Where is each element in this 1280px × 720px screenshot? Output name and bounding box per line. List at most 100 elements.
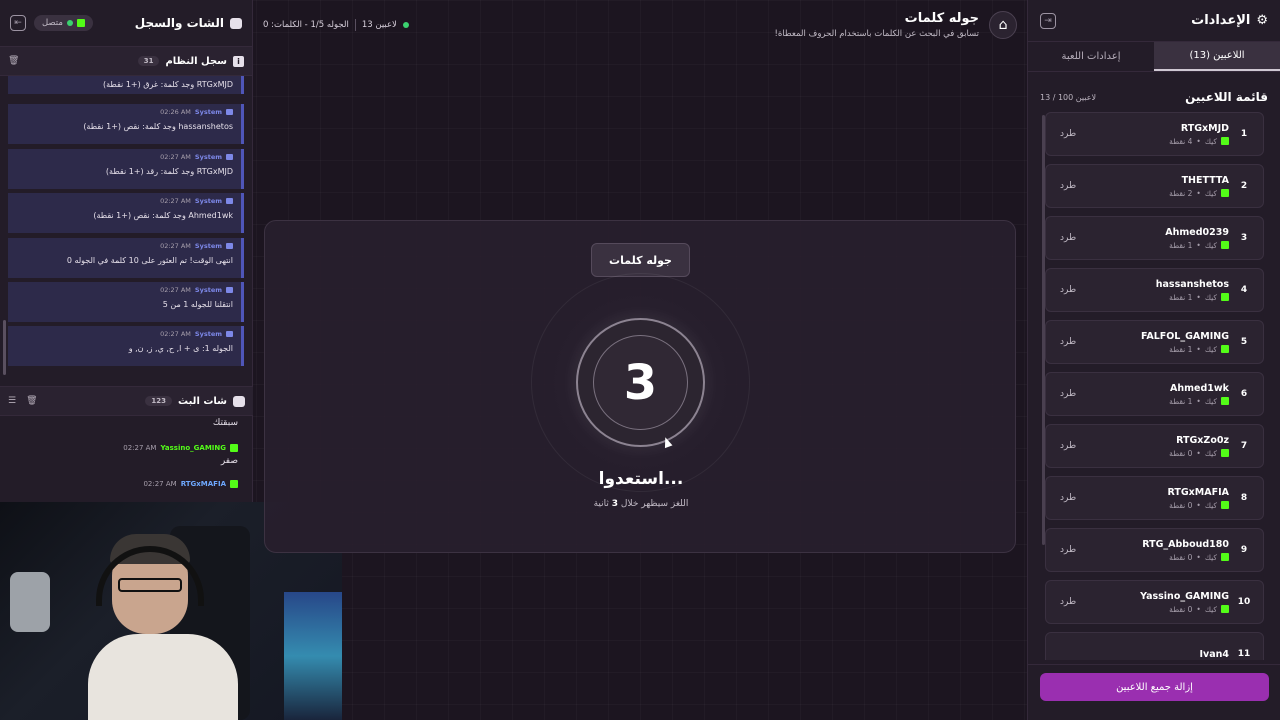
syslog-scrollbar[interactable] [3, 320, 6, 375]
syslog-count-badge: 31 [137, 56, 160, 66]
player-row: 2 THETTTA كيك • 2 نقطة طرد [1045, 164, 1264, 208]
chat-time: 02:27 AM [143, 480, 177, 488]
collapse-settings-icon[interactable]: ⇥ [1040, 12, 1056, 29]
player-name: FALFOL_GAMING [1140, 330, 1229, 342]
player-points: 2 نقطة [1169, 188, 1193, 198]
game-title: جوله كلمات [904, 11, 979, 26]
chat-username[interactable]: Yassino_GAMING [160, 444, 226, 452]
kick-logo-icon [1221, 605, 1229, 613]
player-name: RTGxMJD [1180, 122, 1229, 134]
player-name: hassanshetos [1155, 278, 1229, 290]
syslog-time: 02:27 AM [160, 330, 191, 338]
kick-player-button[interactable]: طرد [1060, 597, 1076, 607]
kick-logo-icon [1221, 345, 1229, 353]
tab-players[interactable]: اللاعبين (13) [1154, 42, 1280, 71]
players-list-header: قائمة اللاعبين 13 / 100 لاعبين [1028, 72, 1280, 108]
player-points: 0 نقطة [1169, 500, 1193, 510]
kick-player-button[interactable]: طرد [1060, 493, 1076, 503]
player-platform: كيك [1204, 604, 1217, 614]
settings-header: ⚙ الإعدادات ⇥ [1028, 0, 1280, 42]
align-icon[interactable]: ☰ [8, 396, 16, 406]
kick-logo-icon [1221, 553, 1229, 561]
player-platform: كيك [1204, 344, 1217, 354]
player-rank: 1 [1240, 129, 1248, 139]
kick-logo-icon [230, 444, 238, 452]
chat-header: الشات والسجل متصل ⇤ [0, 0, 252, 46]
kick-player-button[interactable]: طرد [1060, 441, 1076, 451]
game-topbar: الجوله 1/5 - الكلمات: 0 13 لاعبين ⌂ جوله… [253, 0, 1027, 50]
settings-footer: إزالة جميع اللاعبين [1028, 664, 1280, 720]
player-row: 3 Ahmed0239 كيك • 1 نقطة طرد [1045, 216, 1264, 260]
settings-tabs: اللاعبين (13) إعدادات اللعبة [1028, 42, 1280, 72]
players-list-title: قائمة اللاعبين [1185, 90, 1268, 104]
kick-player-button[interactable]: طرد [1060, 129, 1076, 139]
kick-player-button[interactable]: طرد [1060, 545, 1076, 555]
kick-logo-icon [1221, 501, 1229, 509]
kick-player-button[interactable]: طرد [1060, 181, 1076, 191]
kick-player-button[interactable]: طرد [1060, 337, 1076, 347]
syslog-sender: System [194, 197, 222, 205]
syslog-sender: System [194, 108, 222, 116]
syslog-list[interactable]: RTGxMJD وجد كلمة: غرق (+1 نقطة) System 02… [0, 76, 252, 382]
kick-player-button[interactable]: طرد [1060, 233, 1076, 243]
syslog-text: RTGxMJD وجد كلمة: غرق (+1 نقطة) [103, 80, 233, 89]
players-list[interactable]: 1 RTGxMJD كيك • 4 نقطة طرد 2 THETTTA كيك • 2 نقطة… [1045, 112, 1264, 660]
chat-text: سبقتك [212, 418, 238, 428]
clear-syslog-trash-icon[interactable]: 🗑 [8, 56, 19, 66]
syslog-item: System 02:26 AM hassanshetos وجد كلمة: نق… [8, 104, 244, 144]
online-dot-icon [66, 20, 73, 26]
player-platform: كيك [1204, 292, 1217, 302]
player-name: Ivan4 [1199, 648, 1229, 660]
player-rank: 8 [1240, 493, 1248, 503]
kick-player-button[interactable]: طرد [1060, 389, 1076, 399]
syslog-text: الجوله 1: ى + ا, ح, ي, ز, ن, و [128, 344, 233, 353]
chat-title: الشات والسجل [135, 16, 242, 30]
player-row: 7 RTGxZo0z كيك • 0 نقطة طرد [1045, 424, 1264, 468]
player-name: THETTTA [1181, 174, 1229, 186]
kick-logo-icon [1221, 241, 1229, 249]
players-list-count: 13 / 100 لاعبين [1040, 92, 1097, 102]
collapse-chat-icon[interactable]: ⇤ [10, 15, 26, 31]
connection-status-badge: متصل [34, 15, 93, 31]
syslog-title: سجل النظام [165, 55, 227, 67]
chat-username[interactable]: RTGxMAFIA [181, 480, 226, 488]
microphone-image [10, 572, 50, 632]
system-icon [226, 287, 233, 293]
chat-message: RTGxMAFIA 02:27 AM [0, 480, 252, 488]
game-subtitle: تسابق في البحث عن الكلمات باستخدام الحرو… [774, 29, 979, 39]
player-rank: 6 [1240, 389, 1248, 399]
player-points: 4 نقطة [1169, 136, 1193, 146]
chat-bubble-icon [230, 17, 242, 29]
player-points: 0 نقطة [1169, 448, 1193, 458]
syslog-time: 02:27 AM [160, 153, 191, 161]
player-row: 5 FALFOL_GAMING كيك • 1 نقطة طرد [1045, 320, 1264, 364]
tab-game-settings[interactable]: إعدادات اللعبة [1028, 42, 1154, 71]
countdown-hint: اللغز سيظهر خلال 3 ثانية [265, 499, 1017, 509]
player-platform: كيك [1204, 188, 1217, 198]
stream-count-badge: 123 [145, 396, 173, 406]
remove-all-players-button[interactable]: إزالة جميع اللاعبين [1040, 673, 1269, 701]
player-rank: 10 [1237, 597, 1251, 607]
countdown-number: 3 [593, 335, 688, 430]
stream-chat-list[interactable]: سبقتك Yassino_GAMING 02:27 AM صفر RTGxMAF… [0, 412, 252, 502]
player-points: 1 نقطة [1169, 240, 1193, 250]
app-root: الشات والسجل متصل ⇤ i سجل النظام 31 🗑 RT… [0, 0, 1280, 720]
player-rank: 9 [1240, 545, 1248, 555]
system-icon [226, 198, 233, 204]
system-icon [226, 243, 233, 249]
player-rank: 11 [1237, 649, 1251, 659]
round-info: الجوله 1/5 - الكلمات: 0 [263, 20, 349, 30]
clear-chat-trash-icon[interactable]: 🗑 [26, 396, 37, 406]
info-icon: i [233, 55, 244, 67]
kick-player-button[interactable]: طرد [1060, 285, 1076, 295]
player-row: 9 RTG_Abboud180 كيك • 0 نقطة طرد [1045, 528, 1264, 572]
home-icon[interactable]: ⌂ [989, 11, 1017, 39]
glasses-image [118, 578, 182, 592]
player-platform: كيك [1204, 396, 1217, 406]
syslog-sender: System [194, 286, 222, 294]
kick-logo-icon [76, 19, 85, 27]
player-platform: كيك [1204, 552, 1217, 562]
players-scrollbar[interactable] [1042, 115, 1045, 545]
system-icon [226, 331, 233, 337]
player-name: Ahmed1wk [1170, 382, 1229, 394]
